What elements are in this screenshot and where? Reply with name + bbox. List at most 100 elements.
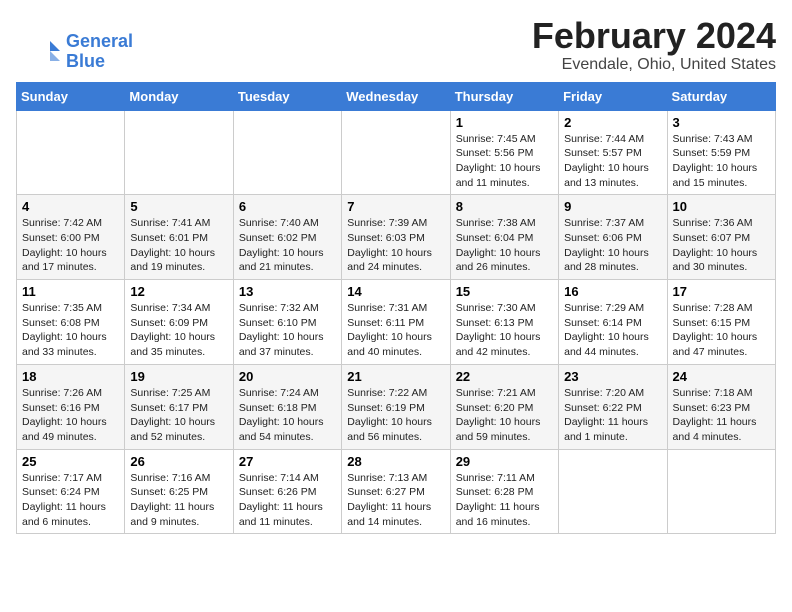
calendar-cell: 22 Sunrise: 7:21 AM Sunset: 6:20 PM Dayli… — [450, 364, 558, 449]
logo-text: General Blue — [66, 32, 133, 72]
day-detail: Sunrise: 7:40 AM Sunset: 6:02 PM Dayligh… — [239, 216, 336, 275]
weekday-header-row: SundayMondayTuesdayWednesdayThursdayFrid… — [17, 82, 776, 110]
day-detail: Sunrise: 7:43 AM Sunset: 5:59 PM Dayligh… — [673, 132, 770, 191]
calendar-cell: 6 Sunrise: 7:40 AM Sunset: 6:02 PM Daylig… — [233, 195, 341, 280]
day-number: 27 — [239, 454, 336, 469]
weekday-header-monday: Monday — [125, 82, 233, 110]
day-number: 10 — [673, 199, 770, 214]
day-detail: Sunrise: 7:26 AM Sunset: 6:16 PM Dayligh… — [22, 386, 119, 445]
weekday-header-saturday: Saturday — [667, 82, 775, 110]
calendar-cell: 23Sunrise: 7:20 AM Sunset: 6:22 PM Dayli… — [559, 364, 667, 449]
day-detail: Sunrise: 7:35 AM Sunset: 6:08 PM Dayligh… — [22, 301, 119, 360]
calendar-cell: 18Sunrise: 7:26 AM Sunset: 6:16 PM Dayli… — [17, 364, 125, 449]
day-detail: Sunrise: 7:29 AM Sunset: 6:14 PM Dayligh… — [564, 301, 661, 360]
calendar-cell: 7 Sunrise: 7:39 AM Sunset: 6:03 PM Daylig… — [342, 195, 450, 280]
calendar-cell — [125, 110, 233, 195]
day-detail: Sunrise: 7:38 AM Sunset: 6:04 PM Dayligh… — [456, 216, 553, 275]
day-number: 11 — [22, 284, 119, 299]
calendar-cell — [559, 449, 667, 534]
day-detail: Sunrise: 7:31 AM Sunset: 6:11 PM Dayligh… — [347, 301, 444, 360]
calendar-cell: 10 Sunrise: 7:36 AM Sunset: 6:07 PM Dayli… — [667, 195, 775, 280]
day-detail: Sunrise: 7:28 AM Sunset: 6:15 PM Dayligh… — [673, 301, 770, 360]
calendar-cell: 1 Sunrise: 7:45 AM Sunset: 5:56 PM Daylig… — [450, 110, 558, 195]
day-number: 4 — [22, 199, 119, 214]
calendar-body: 1 Sunrise: 7:45 AM Sunset: 5:56 PM Daylig… — [17, 110, 776, 534]
logo-line1: General — [66, 31, 133, 51]
calendar-cell: 28 Sunrise: 7:13 AM Sunset: 6:27 PM Dayli… — [342, 449, 450, 534]
day-number: 26 — [130, 454, 227, 469]
calendar-cell: 27 Sunrise: 7:14 AM Sunset: 6:26 PM Dayli… — [233, 449, 341, 534]
day-number: 19 — [130, 369, 227, 384]
day-detail: Sunrise: 7:44 AM Sunset: 5:57 PM Dayligh… — [564, 132, 661, 191]
day-number: 20 — [239, 369, 336, 384]
calendar-cell: 12 Sunrise: 7:34 AM Sunset: 6:09 PM Dayli… — [125, 280, 233, 365]
day-detail: Sunrise: 7:30 AM Sunset: 6:13 PM Dayligh… — [456, 301, 553, 360]
day-detail: Sunrise: 7:13 AM Sunset: 6:27 PM Dayligh… — [347, 471, 444, 530]
calendar-cell — [667, 449, 775, 534]
calendar-table: SundayMondayTuesdayWednesdayThursdayFrid… — [16, 82, 776, 535]
day-detail: Sunrise: 7:41 AM Sunset: 6:01 PM Dayligh… — [130, 216, 227, 275]
week-row-1: 1 Sunrise: 7:45 AM Sunset: 5:56 PM Daylig… — [17, 110, 776, 195]
day-number: 1 — [456, 115, 553, 130]
day-detail: Sunrise: 7:22 AM Sunset: 6:19 PM Dayligh… — [347, 386, 444, 445]
day-number: 16 — [564, 284, 661, 299]
day-number: 7 — [347, 199, 444, 214]
calendar-cell: 5Sunrise: 7:41 AM Sunset: 6:01 PM Daylig… — [125, 195, 233, 280]
day-number: 6 — [239, 199, 336, 214]
day-detail: Sunrise: 7:36 AM Sunset: 6:07 PM Dayligh… — [673, 216, 770, 275]
calendar-cell: 16 Sunrise: 7:29 AM Sunset: 6:14 PM Dayli… — [559, 280, 667, 365]
day-detail: Sunrise: 7:17 AM Sunset: 6:24 PM Dayligh… — [22, 471, 119, 530]
day-number: 22 — [456, 369, 553, 384]
calendar-cell: 26 Sunrise: 7:16 AM Sunset: 6:25 PM Dayli… — [125, 449, 233, 534]
top-area: General Blue February 2024 Evendale, Ohi… — [16, 16, 776, 74]
day-number: 14 — [347, 284, 444, 299]
calendar-cell — [342, 110, 450, 195]
day-number: 2 — [564, 115, 661, 130]
calendar-cell: 17 Sunrise: 7:28 AM Sunset: 6:15 PM Dayli… — [667, 280, 775, 365]
calendar-cell — [17, 110, 125, 195]
logo-icon — [32, 37, 62, 67]
calendar-cell — [233, 110, 341, 195]
weekday-header-friday: Friday — [559, 82, 667, 110]
day-detail: Sunrise: 7:16 AM Sunset: 6:25 PM Dayligh… — [130, 471, 227, 530]
calendar-cell: 15Sunrise: 7:30 AM Sunset: 6:13 PM Dayli… — [450, 280, 558, 365]
day-detail: Sunrise: 7:45 AM Sunset: 5:56 PM Dayligh… — [456, 132, 553, 191]
calendar-cell: 20 Sunrise: 7:24 AM Sunset: 6:18 PM Dayli… — [233, 364, 341, 449]
day-number: 29 — [456, 454, 553, 469]
day-number: 24 — [673, 369, 770, 384]
day-detail: Sunrise: 7:25 AM Sunset: 6:17 PM Dayligh… — [130, 386, 227, 445]
day-number: 3 — [673, 115, 770, 130]
day-detail: Sunrise: 7:11 AM Sunset: 6:28 PM Dayligh… — [456, 471, 553, 530]
weekday-header-tuesday: Tuesday — [233, 82, 341, 110]
day-detail: Sunrise: 7:39 AM Sunset: 6:03 PM Dayligh… — [347, 216, 444, 275]
day-detail: Sunrise: 7:14 AM Sunset: 6:26 PM Dayligh… — [239, 471, 336, 530]
logo-line2: Blue — [66, 51, 105, 71]
calendar-cell: 13 Sunrise: 7:32 AM Sunset: 6:10 PM Dayli… — [233, 280, 341, 365]
calendar-cell: 4 Sunrise: 7:42 AM Sunset: 6:00 PM Daylig… — [17, 195, 125, 280]
day-detail: Sunrise: 7:21 AM Sunset: 6:20 PM Dayligh… — [456, 386, 553, 445]
day-detail: Sunrise: 7:24 AM Sunset: 6:18 PM Dayligh… — [239, 386, 336, 445]
day-detail: Sunrise: 7:32 AM Sunset: 6:10 PM Dayligh… — [239, 301, 336, 360]
day-detail: Sunrise: 7:42 AM Sunset: 6:00 PM Dayligh… — [22, 216, 119, 275]
calendar-cell: 2 Sunrise: 7:44 AM Sunset: 5:57 PM Daylig… — [559, 110, 667, 195]
weekday-header-sunday: Sunday — [17, 82, 125, 110]
calendar-cell: 11 Sunrise: 7:35 AM Sunset: 6:08 PM Dayli… — [17, 280, 125, 365]
day-number: 9 — [564, 199, 661, 214]
calendar-cell: 24 Sunrise: 7:18 AM Sunset: 6:23 PM Dayli… — [667, 364, 775, 449]
day-number: 21 — [347, 369, 444, 384]
day-number: 12 — [130, 284, 227, 299]
logo: General Blue — [32, 32, 133, 72]
calendar-cell: 21 Sunrise: 7:22 AM Sunset: 6:19 PM Dayli… — [342, 364, 450, 449]
day-number: 17 — [673, 284, 770, 299]
day-detail: Sunrise: 7:20 AM Sunset: 6:22 PM Dayligh… — [564, 386, 661, 445]
weekday-header-wednesday: Wednesday — [342, 82, 450, 110]
calendar-cell: 3 Sunrise: 7:43 AM Sunset: 5:59 PM Daylig… — [667, 110, 775, 195]
calendar-cell: 8Sunrise: 7:38 AM Sunset: 6:04 PM Daylig… — [450, 195, 558, 280]
day-detail: Sunrise: 7:18 AM Sunset: 6:23 PM Dayligh… — [673, 386, 770, 445]
day-detail: Sunrise: 7:34 AM Sunset: 6:09 PM Dayligh… — [130, 301, 227, 360]
day-number: 13 — [239, 284, 336, 299]
day-number: 28 — [347, 454, 444, 469]
calendar-cell: 9 Sunrise: 7:37 AM Sunset: 6:06 PM Daylig… — [559, 195, 667, 280]
day-detail: Sunrise: 7:37 AM Sunset: 6:06 PM Dayligh… — [564, 216, 661, 275]
calendar-cell: 14 Sunrise: 7:31 AM Sunset: 6:11 PM Dayli… — [342, 280, 450, 365]
